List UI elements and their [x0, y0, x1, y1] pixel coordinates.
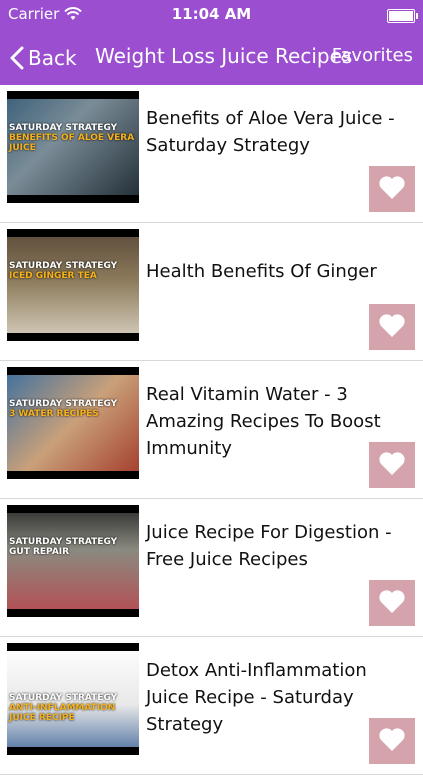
heart-icon	[378, 588, 406, 618]
back-label: Back	[28, 46, 77, 70]
list-item[interactable]: SATURDAY STRATEGY GUT REPAIR Juice Recip…	[0, 499, 423, 637]
item-title: Health Benefits Of Ginger	[146, 261, 377, 282]
thumbnail-text: SATURDAY STRATEGY	[9, 693, 118, 703]
list-item[interactable]: SATURDAY STRATEGY 3 WATER RECIPES Real V…	[0, 361, 423, 499]
clock: 11:04 AM	[171, 5, 252, 23]
battery-icon	[387, 9, 418, 23]
heart-icon	[378, 174, 406, 204]
item-title: Benefits of Aloe Vera Juice - Saturday S…	[146, 108, 395, 156]
thumbnail-text: SATURDAY STRATEGY	[9, 537, 118, 547]
heart-icon	[378, 726, 406, 756]
chevron-left-icon	[10, 46, 24, 70]
thumbnail-text: SATURDAY STRATEGY	[9, 261, 118, 271]
thumbnail-subtext: GUT REPAIR	[9, 547, 70, 557]
list-item[interactable]: SATURDAY STRATEGY ANTI-INFLAMMATION JUIC…	[0, 637, 423, 775]
thumbnail-subtext: 3 WATER RECIPES	[9, 409, 99, 419]
video-thumbnail: SATURDAY STRATEGY GUT REPAIR	[7, 505, 139, 617]
thumbnail-subtext: ICED GINGER TEA	[9, 271, 97, 281]
heart-icon	[378, 312, 406, 342]
favorite-button[interactable]	[369, 580, 415, 626]
navigation-bar: Back Weight Loss Juice Recipes Favorites	[0, 30, 423, 85]
heart-icon	[378, 450, 406, 480]
video-thumbnail: SATURDAY STRATEGY ICED GINGER TEA	[7, 229, 139, 341]
video-thumbnail: SATURDAY STRATEGY 3 WATER RECIPES	[7, 367, 139, 479]
thumbnail-subtext: ANTI-INFLAMMATION JUICE RECIPE	[9, 703, 116, 723]
list-item[interactable]: SATURDAY STRATEGY ICED GINGER TEA Health…	[0, 223, 423, 361]
favorite-button[interactable]	[369, 718, 415, 764]
favorite-button[interactable]	[369, 166, 415, 212]
page-title: Weight Loss Juice Recipes	[95, 44, 353, 68]
recipe-list: SATURDAY STRATEGY BENEFITS OF ALOE VERA …	[0, 85, 423, 775]
video-thumbnail: SATURDAY STRATEGY ANTI-INFLAMMATION JUIC…	[7, 643, 139, 755]
favorite-button[interactable]	[369, 304, 415, 350]
favorites-button[interactable]: Favorites	[332, 45, 413, 66]
back-button[interactable]: Back	[10, 44, 77, 72]
item-title: Juice Recipe For Digestion - Free Juice …	[146, 522, 392, 570]
status-bar: Carrier 11:04 AM	[0, 0, 423, 30]
favorite-button[interactable]	[369, 442, 415, 488]
thumbnail-subtext: BENEFITS OF ALOE VERA JUICE	[9, 133, 135, 153]
list-item[interactable]: SATURDAY STRATEGY BENEFITS OF ALOE VERA …	[0, 85, 423, 223]
video-thumbnail: SATURDAY STRATEGY BENEFITS OF ALOE VERA …	[7, 91, 139, 203]
thumbnail-text: SATURDAY STRATEGY	[9, 399, 118, 409]
thumbnail-text: SATURDAY STRATEGY	[9, 123, 118, 133]
